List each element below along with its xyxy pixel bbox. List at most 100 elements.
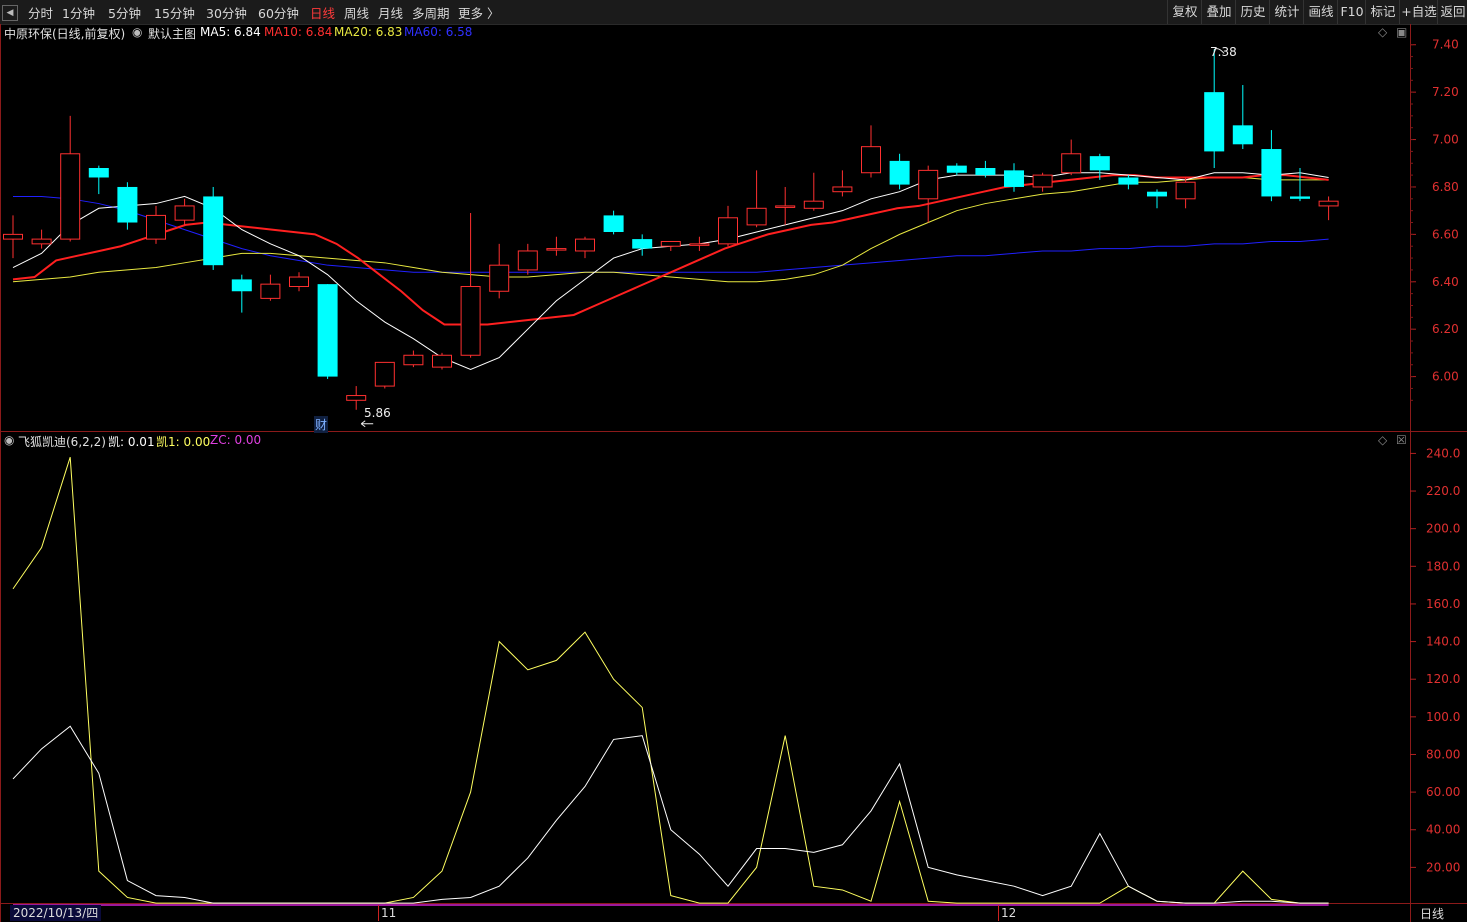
period-tab-7[interactable]: 周线 [344, 3, 369, 22]
candle-body [832, 186, 853, 193]
ind-tick-label-6: 120.0 [1426, 672, 1460, 686]
indicator-line-0 [12, 457, 1329, 904]
candle-body [1175, 181, 1196, 200]
ma60-label: MA60: 6.58 [404, 25, 473, 39]
candle-body [1004, 170, 1024, 187]
ind-tick-label-1: 220.0 [1426, 484, 1460, 498]
candle-body [861, 146, 881, 174]
candle-body [117, 186, 138, 223]
sub-diamond-icon[interactable]: ◇ [1378, 433, 1387, 447]
ma10-label: MA10: 6.84 [264, 25, 333, 39]
candle-body [1318, 200, 1339, 207]
period-tab-5[interactable]: 60分钟 [258, 3, 299, 22]
ind-tick-label-0: 240.0 [1426, 446, 1460, 460]
toolbar-button-5[interactable]: F10 [1337, 0, 1366, 24]
candle-body [660, 240, 681, 247]
k1-value-label: 凯1: 0.00 [156, 435, 211, 449]
ind-tick-label-4: 160.0 [1426, 597, 1460, 611]
candle-body [460, 286, 481, 356]
toolbar-button-2[interactable]: 历史 [1235, 0, 1270, 24]
price-tick-label-7: 6.00 [1432, 370, 1459, 384]
candle-body [1089, 156, 1110, 171]
month-12-marker: 12 [998, 905, 1016, 921]
candle-body [689, 243, 710, 246]
candle-body [603, 215, 624, 232]
period-tab-3[interactable]: 15分钟 [154, 3, 195, 22]
period-toolbar: ◀ 分时 1分钟 5分钟 15分钟 30分钟 60分钟 日线 周线 月线 多周期 更多 〉 复权 叠加… [0, 0, 1467, 25]
toolbar-button-8[interactable]: 返回 [1437, 0, 1467, 24]
candle-body [60, 153, 81, 240]
indicator-dropdown-icon[interactable]: ◉ [4, 433, 14, 447]
candle-body [317, 284, 338, 377]
candle-body [31, 238, 52, 245]
period-tab-10[interactable]: 更多 〉 [458, 3, 499, 22]
period-tab-9[interactable]: 多周期 [412, 3, 450, 22]
indicator-name-label[interactable]: 飞狐凯迪(6,2,2) [18, 433, 106, 450]
ind-tick-label-2: 200.0 [1426, 522, 1460, 536]
month-11-marker: 11 [378, 905, 396, 921]
candle-body [918, 169, 939, 200]
toolbar-button-4[interactable]: 画线 [1303, 0, 1338, 24]
toolbar-button-7[interactable]: +自选 [1399, 0, 1438, 24]
period-tab-1[interactable]: 1分钟 [62, 3, 95, 22]
toolbar-button-1[interactable]: 叠加 [1201, 0, 1236, 24]
zc-value-label: ZC: 0.00 [210, 433, 262, 447]
ma5-label: MA5: 6.84 [200, 25, 261, 39]
period-tab-2[interactable]: 5分钟 [108, 3, 141, 22]
candle-body [1232, 125, 1253, 145]
back-arrow-icon[interactable]: ◀ [2, 5, 18, 21]
candle-body [231, 279, 252, 292]
sub-close-icon[interactable]: ☒ [1396, 433, 1407, 447]
period-tab-6[interactable]: 日线 [310, 3, 335, 22]
maximize-icon[interactable]: ▣ [1396, 25, 1407, 39]
price-tick-label-6: 6.20 [1432, 322, 1459, 336]
candle-body [1147, 191, 1167, 197]
period-tab-0[interactable]: 分时 [28, 3, 53, 22]
candle-body [346, 395, 367, 401]
candle-body [1290, 196, 1310, 199]
candle-body [746, 207, 767, 226]
candle-body [1061, 153, 1082, 174]
ind-tick-label-3: 180.0 [1426, 559, 1460, 573]
template-dropdown-icon[interactable]: ◉ [132, 25, 142, 39]
kline-chart[interactable]: 7.40 7.20 7.00 6.80 6.60 6.40 6.20 6.00 240.0 220… [0, 24, 1467, 922]
template-label[interactable]: 默认主图 [148, 25, 196, 42]
ind-tick-label-5: 140.0 [1426, 635, 1460, 649]
toolbar-button-3[interactable]: 统计 [1269, 0, 1304, 24]
period-tab-8[interactable]: 月线 [378, 3, 403, 22]
candle-body [1261, 149, 1282, 197]
finance-badge[interactable]: 财 [314, 416, 329, 433]
candle-body [946, 165, 967, 173]
k-value-label: 凯: 0.01 [108, 435, 155, 449]
ind-tick-label-11: 20.00 [1426, 860, 1460, 874]
ind-tick-label-10: 40.00 [1426, 823, 1460, 837]
indicator-line-1 [12, 725, 1329, 904]
ma20-label: MA20: 6.83 [334, 25, 403, 39]
candle-body [775, 205, 796, 208]
candle-body [88, 168, 109, 178]
candle-body [3, 233, 23, 240]
candle-body [260, 283, 281, 299]
candle-body [1204, 92, 1225, 152]
toolbar-button-0[interactable]: 复权 [1167, 0, 1202, 24]
stock-name-label: 中原环保(日线,前复权) [4, 27, 126, 41]
low-arrow [360, 420, 374, 428]
candle-body [432, 354, 452, 368]
candle-body [374, 361, 395, 387]
diamond-icon[interactable]: ◇ [1378, 25, 1387, 39]
price-tick-label-0: 7.40 [1432, 38, 1459, 52]
candle-body [889, 160, 910, 185]
candle-body [517, 250, 538, 271]
candle-body [203, 196, 224, 266]
ind-tick-label-9: 60.00 [1426, 785, 1460, 799]
price-tick-label-3: 6.80 [1432, 180, 1459, 194]
ind-tick-label-8: 80.00 [1426, 747, 1460, 761]
candle-body [489, 264, 510, 292]
toolbar-button-6[interactable]: 标记 [1365, 0, 1400, 24]
period-indicator[interactable]: 日线 [1420, 905, 1444, 922]
price-tick-label-1: 7.20 [1432, 85, 1459, 99]
candle-body [1032, 174, 1053, 188]
candle-body [803, 200, 824, 209]
period-tab-4[interactable]: 30分钟 [206, 3, 247, 22]
candle-body [289, 276, 309, 288]
